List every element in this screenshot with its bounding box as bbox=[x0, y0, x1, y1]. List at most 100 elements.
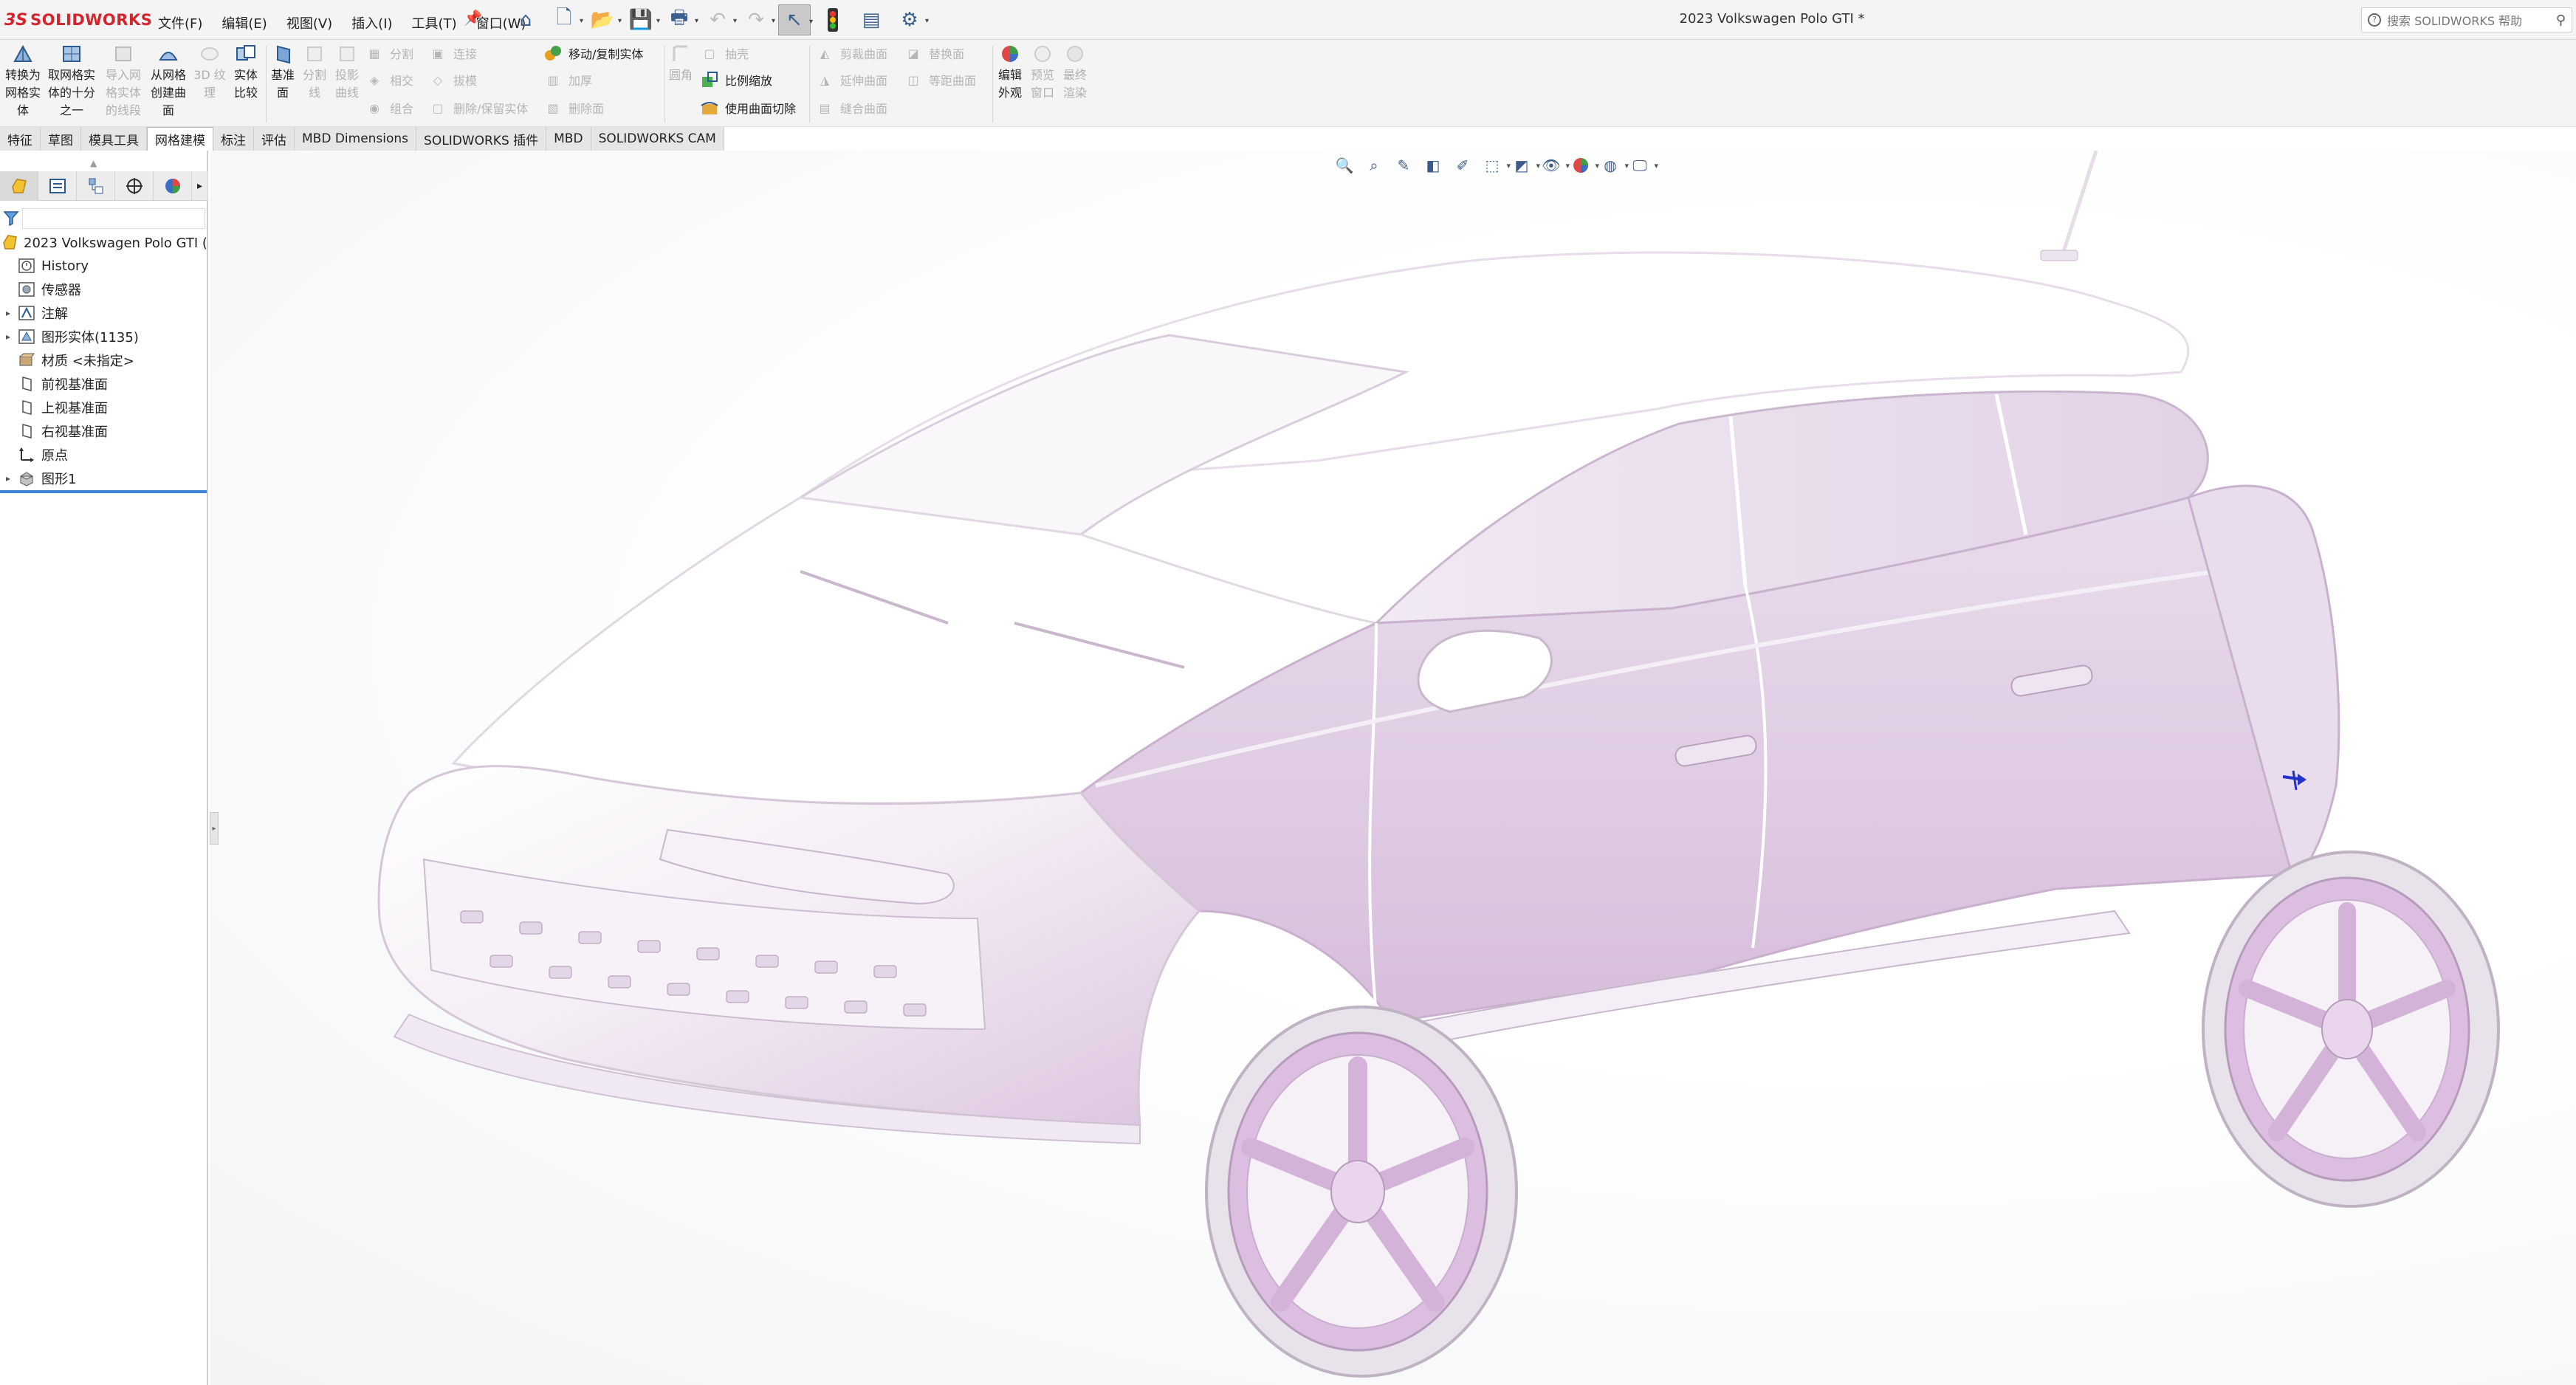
home-icon[interactable]: ⌂ bbox=[509, 4, 542, 35]
graphics-area[interactable]: 🔍 ⌕ ✎ ◧ ✐ ⬚ ◩ 👁 ◍ 🖵 ▸ bbox=[210, 151, 2576, 1385]
split-button[interactable]: ▦ 分割 bbox=[365, 41, 413, 65]
delete-keep-body-button[interactable]: ▢ 删除/保留实体 bbox=[428, 96, 528, 120]
solidworks-logo[interactable]: 3S SOLIDWORKS bbox=[4, 7, 152, 32]
tab-solidworks-addins[interactable]: SOLIDWORKS 插件 bbox=[416, 127, 547, 151]
display-manager-tab-icon[interactable] bbox=[154, 171, 192, 201]
expand-arrow-icon[interactable]: ▸ bbox=[0, 473, 16, 484]
intersect-icon: ◈ bbox=[369, 72, 379, 87]
search-icon[interactable]: ⚲ bbox=[2556, 13, 2566, 28]
history-icon bbox=[16, 256, 37, 275]
extend-surface-button[interactable]: ◮ 延伸曲面 bbox=[815, 68, 887, 92]
tab-mold-tools[interactable]: 模具工具 bbox=[81, 127, 147, 151]
save-icon[interactable]: 💾 ▾ bbox=[625, 4, 660, 35]
reference-plane-button[interactable]: 基准 面 bbox=[269, 43, 297, 102]
fillet-button[interactable]: 圆角 bbox=[667, 43, 694, 84]
import-mesh-lines-button[interactable]: 导入网 格实体 的线段 bbox=[102, 43, 145, 120]
tree-item-graphics-bodies[interactable]: ▸ 图形实体(1135) bbox=[0, 325, 208, 348]
menu-edit[interactable]: 编辑(E) bbox=[217, 12, 271, 34]
convert-to-mesh-button[interactable]: 转换为 网格实 体 bbox=[1, 43, 44, 120]
thicken-button[interactable]: ▥ 加厚 bbox=[543, 68, 592, 92]
menu-view[interactable]: 视图(V) bbox=[282, 12, 337, 34]
knit-surface-button[interactable]: ▤ 缝合曲面 bbox=[815, 96, 887, 120]
configuration-manager-tab-icon[interactable] bbox=[77, 171, 115, 201]
tree-rollback-bar[interactable] bbox=[0, 490, 207, 493]
connect-button[interactable]: ▣ 连接 bbox=[428, 41, 477, 65]
move-copy-body-button[interactable]: 移动/复制实体 bbox=[543, 41, 643, 65]
tree-item-top-plane[interactable]: 上视基准面 bbox=[0, 396, 208, 419]
solid-compare-button[interactable]: 实体 比较 bbox=[229, 43, 263, 102]
trim-surface-button[interactable]: ◭ 剪裁曲面 bbox=[815, 41, 887, 65]
texture-3d-button[interactable]: 3D 纹 理 bbox=[193, 43, 226, 102]
tree-item-material[interactable]: 材质 <未指定> bbox=[0, 348, 208, 372]
filter-icon[interactable] bbox=[3, 210, 19, 226]
options-icon[interactable]: ⚙ ▾ bbox=[893, 4, 929, 35]
menu-insert[interactable]: 插入(I) bbox=[347, 12, 396, 34]
combine-button[interactable]: ◉ 组合 bbox=[365, 96, 413, 120]
expand-arrow-icon[interactable]: ▸ bbox=[0, 308, 16, 318]
final-render-button[interactable]: 最终 渲染 bbox=[1060, 43, 1090, 102]
menu-tools[interactable]: 工具(T) bbox=[408, 12, 461, 34]
tree-filter-input[interactable] bbox=[22, 208, 205, 229]
cut-with-surface-button[interactable]: 使用曲面切除 bbox=[700, 96, 796, 120]
tab-mesh-modeling[interactable]: 网格建模 bbox=[147, 127, 213, 151]
delete-keep-body-icon: ▢ bbox=[432, 100, 444, 115]
undo-icon[interactable]: ↶ ▾ bbox=[701, 4, 737, 35]
tree-item-origin[interactable]: 原点 bbox=[0, 443, 208, 467]
select-icon[interactable]: ↖ ▾ bbox=[778, 4, 813, 35]
part-icon bbox=[0, 233, 21, 252]
command-separator bbox=[664, 46, 665, 123]
rear-wheel bbox=[2202, 850, 2500, 1208]
replace-face-button[interactable]: ◪ 替换面 bbox=[904, 41, 964, 65]
delete-face-button[interactable]: ▧ 删除面 bbox=[543, 96, 604, 120]
tree-item-front-plane[interactable]: 前视基准面 bbox=[0, 372, 208, 396]
thicken-icon: ▥ bbox=[547, 72, 559, 87]
feature-manager-tab-icon[interactable] bbox=[0, 171, 38, 201]
rebuild-icon[interactable] bbox=[817, 4, 849, 35]
redo-icon[interactable]: ↷ ▾ bbox=[740, 4, 775, 35]
intersect-button[interactable]: ◈ 相交 bbox=[365, 68, 413, 92]
scale-icon bbox=[700, 70, 719, 89]
compare-icon bbox=[233, 43, 258, 65]
tree-item-graphics1[interactable]: ▸ 图形1 bbox=[0, 467, 208, 490]
expand-arrow-icon[interactable]: ▸ bbox=[0, 331, 16, 342]
tab-sketch[interactable]: 草图 bbox=[41, 127, 81, 151]
tab-features[interactable]: 特征 bbox=[0, 127, 41, 151]
tab-mbd[interactable]: MBD bbox=[546, 127, 591, 151]
tree-item-sensors[interactable]: 传感器 bbox=[0, 278, 208, 301]
take-tenth-mesh-button[interactable]: 取网格实 体的十分 之一 bbox=[46, 43, 97, 120]
preview-window-button[interactable]: 预览 窗口 bbox=[1028, 43, 1057, 102]
tree-item-annotations[interactable]: ▸ 注解 bbox=[0, 301, 208, 325]
shell-button[interactable]: ▢ 抽壳 bbox=[700, 41, 749, 65]
panel-collapse-icon[interactable]: ▲ bbox=[90, 158, 97, 168]
tree-item-history[interactable]: History bbox=[0, 254, 208, 278]
projected-curve-button[interactable]: 投影 曲线 bbox=[332, 43, 362, 102]
edit-appearance-button[interactable]: 编辑 外观 bbox=[995, 43, 1025, 102]
open-icon[interactable]: 📂 ▾ bbox=[586, 4, 622, 35]
tab-solidworks-cam[interactable]: SOLIDWORKS CAM bbox=[591, 127, 724, 151]
split-line-button[interactable]: 分割 线 bbox=[300, 43, 329, 102]
antenna-base bbox=[2040, 250, 2078, 261]
tab-mbd-dimensions[interactable]: MBD Dimensions bbox=[295, 127, 417, 151]
pin-menu-icon[interactable]: 📌 bbox=[464, 9, 482, 27]
command-separator bbox=[266, 46, 267, 123]
mesh-surface-icon bbox=[156, 43, 181, 65]
tab-evaluate[interactable]: 评估 bbox=[254, 127, 295, 151]
tree-item-right-plane[interactable]: 右视基准面 bbox=[0, 419, 208, 443]
property-manager-tab-icon[interactable] bbox=[38, 171, 77, 201]
roof-antenna bbox=[2061, 151, 2098, 255]
tree-root[interactable]: 2023 Volkswagen Polo GTI (默 bbox=[0, 230, 208, 254]
scale-button[interactable]: 比例缩放 bbox=[700, 68, 772, 92]
file-properties-icon[interactable]: ▤ bbox=[855, 4, 887, 35]
print-icon[interactable]: 🖶 ▾ bbox=[663, 4, 698, 35]
help-search-input[interactable]: ? 搜索 SOLIDWORKS 帮助 ⚲ bbox=[2361, 7, 2572, 32]
draft-button[interactable]: ◇ 拔模 bbox=[428, 68, 477, 92]
car-model-3d[interactable] bbox=[210, 151, 2576, 1385]
offset-surface-button[interactable]: ◫ 等距曲面 bbox=[904, 68, 976, 92]
tab-markup[interactable]: 标注 bbox=[213, 127, 254, 151]
create-surface-from-mesh-button[interactable]: 从网格 创建曲 面 bbox=[146, 43, 190, 120]
menu-file[interactable]: 文件(F) bbox=[154, 12, 207, 34]
dimxpert-tab-icon[interactable] bbox=[115, 171, 154, 201]
panel-tabs-more-icon[interactable]: ▸ bbox=[192, 171, 208, 201]
panel-tabs: ▸ bbox=[0, 171, 208, 201]
new-document-icon[interactable]: 🗋 ▾ bbox=[548, 4, 583, 35]
